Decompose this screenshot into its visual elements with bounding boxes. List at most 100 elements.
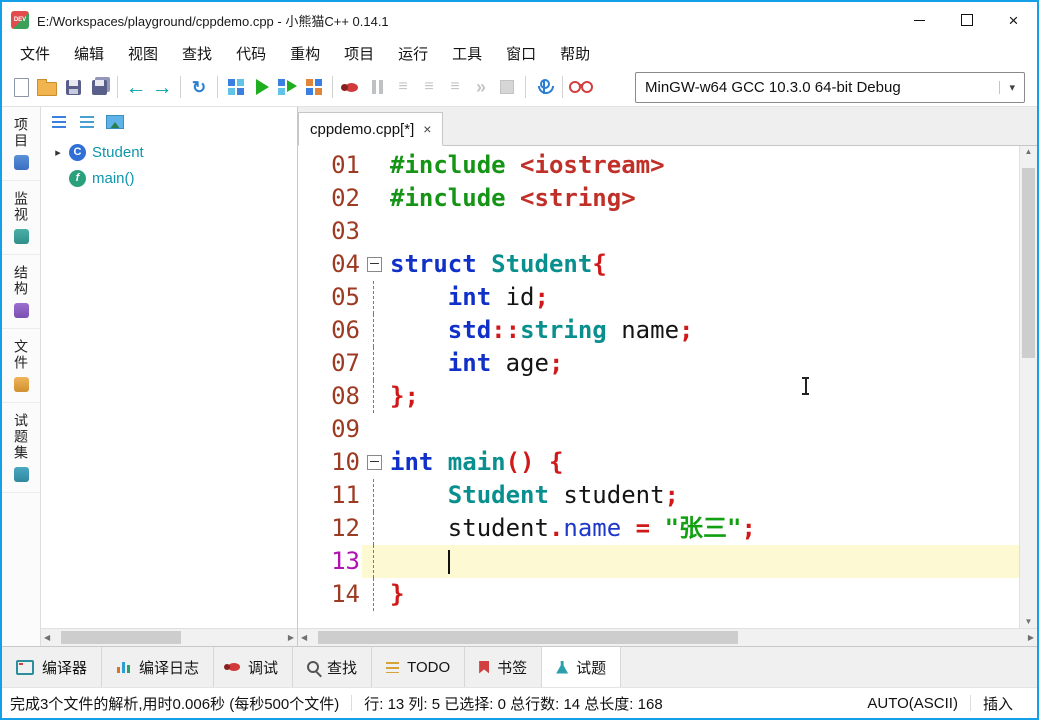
run-button[interactable] <box>249 73 275 101</box>
tab-close-icon[interactable]: × <box>423 121 431 137</box>
line-number[interactable]: 11 <box>298 479 362 512</box>
compile-run-button[interactable] <box>275 73 301 101</box>
navigate-forward-button[interactable]: → <box>149 73 175 101</box>
continue-button[interactable]: » <box>468 73 494 101</box>
line-number[interactable]: 05 <box>298 281 362 314</box>
menu-item-code[interactable]: 代码 <box>224 39 278 68</box>
code-line[interactable]: 01#include <iostream> <box>298 149 1019 182</box>
bottom-tab-compiler[interactable]: 编译器 <box>2 647 102 687</box>
side-tab-project[interactable]: 项目 <box>2 107 40 181</box>
save-all-button[interactable] <box>86 73 112 101</box>
code-line[interactable]: 06 std::string name; <box>298 314 1019 347</box>
code-line[interactable]: 03 <box>298 215 1019 248</box>
menu-item-help[interactable]: 帮助 <box>548 39 602 68</box>
left-panel-horizontal-scrollbar[interactable]: ◀ ▶ <box>41 628 297 646</box>
new-file-button[interactable] <box>8 73 34 101</box>
menu-item-project[interactable]: 项目 <box>332 39 386 68</box>
stop-button[interactable] <box>494 73 520 101</box>
scroll-up-icon[interactable]: ▲ <box>1025 148 1033 156</box>
scroll-left-icon[interactable]: ◀ <box>44 634 50 642</box>
line-number[interactable]: 01 <box>298 149 362 182</box>
scroll-right-icon[interactable]: ▶ <box>1028 634 1034 642</box>
code-line[interactable]: 02#include <string> <box>298 182 1019 215</box>
side-tab-files[interactable]: 文件 <box>2 329 40 403</box>
pause-button[interactable] <box>364 73 390 101</box>
horizontal-scroll-thumb[interactable] <box>318 631 738 644</box>
line-number[interactable]: 14 <box>298 578 362 611</box>
maximize-button[interactable] <box>943 2 990 38</box>
line-number[interactable]: 08 <box>298 380 362 413</box>
open-file-button[interactable] <box>34 73 60 101</box>
vertical-scroll-thumb[interactable] <box>1022 168 1035 358</box>
code-line[interactable]: 11 Student student; <box>298 479 1019 512</box>
menu-item-window[interactable]: 窗口 <box>494 39 548 68</box>
reparse-button[interactable]: ↻ <box>186 73 212 101</box>
line-number[interactable]: 10 <box>298 446 362 479</box>
side-tab-watch[interactable]: 监视 <box>2 181 40 255</box>
line-number[interactable]: 04 <box>298 248 362 281</box>
show-images-button[interactable] <box>103 111 127 133</box>
line-number[interactable]: 06 <box>298 314 362 347</box>
debug-button[interactable] <box>338 73 364 101</box>
code-line[interactable]: 10int main() { <box>298 446 1019 479</box>
minimize-button[interactable] <box>896 2 943 38</box>
tree-item-main[interactable]: fmain() <box>41 165 297 191</box>
expand-arrow-icon[interactable]: ▸ <box>53 146 63 159</box>
side-tab-problem-set[interactable]: 试题集 <box>2 403 40 493</box>
scroll-right-icon[interactable]: ▶ <box>288 634 294 642</box>
navigate-back-button[interactable]: ← <box>123 73 149 101</box>
menu-item-tools[interactable]: 工具 <box>440 39 494 68</box>
code-area[interactable]: 01#include <iostream>02#include <string>… <box>298 146 1019 628</box>
code-line[interactable]: 07 int age; <box>298 347 1019 380</box>
class-browser-tree[interactable]: ▸CStudentfmain() <box>41 137 297 628</box>
save-button[interactable] <box>60 73 86 101</box>
bottom-tab-search[interactable]: 查找 <box>293 647 372 687</box>
close-button[interactable]: × <box>990 2 1037 38</box>
code-line[interactable]: 14} <box>298 578 1019 611</box>
code-line[interactable]: 12 student.name = "张三"; <box>298 512 1019 545</box>
menu-item-run[interactable]: 运行 <box>386 39 440 68</box>
editor-tab[interactable]: cppdemo.cpp[*] × <box>298 112 443 146</box>
step-out-button[interactable]: ≡ <box>442 73 468 101</box>
fold-marker-icon[interactable] <box>367 455 382 470</box>
line-number[interactable]: 09 <box>298 413 362 446</box>
code-line[interactable]: 13 <box>298 545 1019 578</box>
menu-item-refactor[interactable]: 重构 <box>278 39 332 68</box>
step-into-button[interactable]: ≡ <box>416 73 442 101</box>
line-number[interactable]: 13 <box>298 545 362 578</box>
menu-item-edit[interactable]: 编辑 <box>62 39 116 68</box>
problem-glasses-button[interactable] <box>568 73 594 101</box>
run-to-cursor-button[interactable] <box>531 73 557 101</box>
step-over-button[interactable]: ≡ <box>390 73 416 101</box>
rebuild-all-button[interactable] <box>301 73 327 101</box>
line-number[interactable]: 02 <box>298 182 362 215</box>
menu-item-view[interactable]: 视图 <box>116 39 170 68</box>
scroll-left-icon[interactable]: ◀ <box>301 634 307 642</box>
line-number[interactable]: 07 <box>298 347 362 380</box>
code-line[interactable]: 08}; <box>298 380 1019 413</box>
menu-item-file[interactable]: 文件 <box>8 39 62 68</box>
code-line[interactable]: 09 <box>298 413 1019 446</box>
bottom-tab-bookmarks[interactable]: 书签 <box>465 647 542 687</box>
horizontal-scroll-thumb[interactable] <box>61 631 181 644</box>
encoding-indicator[interactable]: AUTO(ASCII) <box>867 695 958 712</box>
side-tab-structure[interactable]: 结构 <box>2 255 40 329</box>
sort-alphabetically-button[interactable] <box>75 111 99 133</box>
tree-item-student[interactable]: ▸CStudent <box>41 139 297 165</box>
fold-marker-icon[interactable] <box>367 257 382 272</box>
code-line[interactable]: 04struct Student{ <box>298 248 1019 281</box>
bottom-tab-debug[interactable]: 调试 <box>214 647 293 687</box>
editor-vertical-scrollbar[interactable]: ▲ ▼ <box>1019 146 1037 628</box>
compiler-set-dropdown[interactable]: MinGW-w64 GCC 10.3.0 64-bit Debug ▾ <box>635 72 1025 103</box>
bottom-tab-problem[interactable]: 试题 <box>542 647 621 687</box>
line-number[interactable]: 03 <box>298 215 362 248</box>
scroll-down-icon[interactable]: ▼ <box>1025 618 1033 626</box>
editor-horizontal-scrollbar[interactable]: ◀ ▶ <box>298 628 1037 646</box>
sort-by-type-button[interactable] <box>47 111 71 133</box>
code-line[interactable]: 05 int id; <box>298 281 1019 314</box>
compile-button[interactable] <box>223 73 249 101</box>
line-number[interactable]: 12 <box>298 512 362 545</box>
title-bar[interactable]: E:/Workspaces/playground/cppdemo.cpp - 小… <box>2 2 1037 38</box>
bottom-tab-todo[interactable]: TODO <box>372 647 465 687</box>
menu-item-search[interactable]: 查找 <box>170 39 224 68</box>
